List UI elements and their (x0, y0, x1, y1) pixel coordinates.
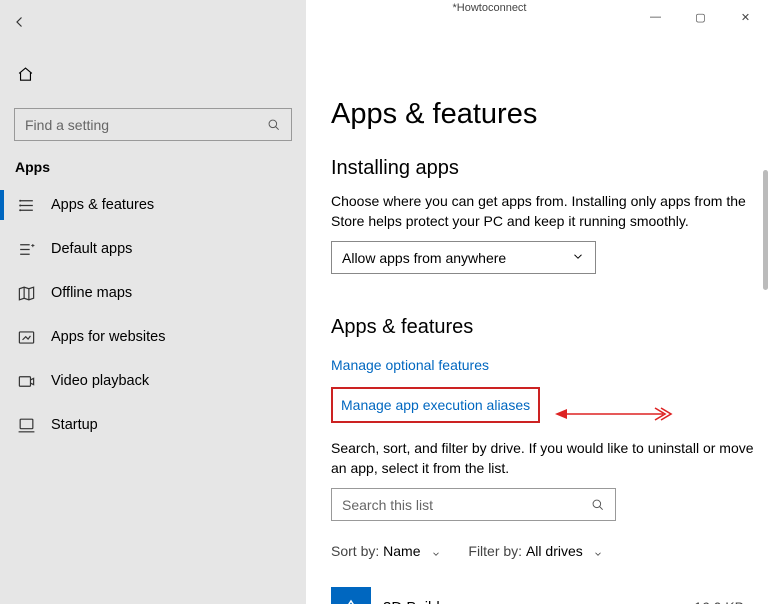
search-icon (591, 498, 605, 512)
app-name: 3D Builder (383, 599, 694, 604)
sidebar-item-apps-websites[interactable]: Apps for websites (0, 315, 306, 359)
video-playback-icon (17, 372, 36, 391)
app-source-dropdown[interactable]: Allow apps from anywhere (331, 241, 596, 274)
search-list-input[interactable] (342, 497, 591, 513)
search-icon (267, 118, 281, 132)
minimize-button[interactable]: — (633, 2, 678, 32)
scrollbar[interactable] (763, 170, 768, 290)
sidebar-item-label: Startup (51, 417, 98, 433)
manage-optional-features-link[interactable]: Manage optional features (331, 351, 489, 379)
app-icon (331, 587, 371, 604)
page-title: Apps & features (331, 98, 754, 131)
close-button[interactable]: ✕ (723, 2, 768, 32)
sidebar-item-video-playback[interactable]: Video playback (0, 359, 306, 403)
find-setting-search[interactable] (14, 108, 292, 141)
apps-features-heading: Apps & features (331, 316, 754, 339)
content-pane: *Howtoconnect — ▢ ✕ Apps & features Inst… (306, 0, 768, 604)
apps-features-icon (17, 196, 36, 215)
default-apps-icon (17, 240, 36, 259)
sidebar-item-startup[interactable]: Startup (0, 403, 306, 447)
chevron-down-icon (593, 546, 603, 556)
app-size: 16.0 KB (694, 599, 744, 604)
dropdown-value: Allow apps from anywhere (342, 250, 506, 266)
sort-by-control[interactable]: Sort by: Name (331, 543, 441, 559)
apps-websites-icon (17, 328, 36, 347)
startup-icon (17, 416, 36, 435)
sort-filter-row: Sort by: Name Filter by: All drives (331, 543, 754, 559)
window-titlebar: *Howtoconnect — ▢ ✕ (306, 0, 768, 36)
home-icon (17, 66, 34, 86)
maximize-button[interactable]: ▢ (678, 2, 723, 32)
sidebar-item-label: Video playback (51, 373, 149, 389)
find-setting-input[interactable] (25, 117, 267, 133)
chevron-down-icon (571, 249, 585, 266)
chevron-down-icon (431, 546, 441, 556)
manage-app-execution-aliases-link[interactable]: Manage app execution aliases (331, 387, 540, 423)
settings-sidebar: Apps Apps & features Default apps Offlin… (0, 0, 306, 604)
home-button[interactable] (0, 56, 306, 96)
sidebar-item-label: Default apps (51, 241, 132, 257)
filter-desc: Search, sort, and filter by drive. If yo… (331, 439, 754, 478)
app-list-item[interactable]: 3D Builder 16.0 KB (331, 585, 754, 604)
sidebar-item-label: Offline maps (51, 285, 132, 301)
sidebar-item-offline-maps[interactable]: Offline maps (0, 271, 306, 315)
offline-maps-icon (17, 284, 36, 303)
back-button[interactable] (2, 6, 38, 38)
sidebar-item-label: Apps & features (51, 197, 154, 213)
installing-apps-desc: Choose where you can get apps from. Inst… (331, 192, 754, 231)
sidebar-item-label: Apps for websites (51, 329, 165, 345)
search-this-list[interactable] (331, 488, 616, 521)
installing-apps-heading: Installing apps (331, 157, 754, 180)
window-caption: *Howtoconnect (306, 2, 633, 14)
sidebar-item-default-apps[interactable]: Default apps (0, 227, 306, 271)
filter-by-control[interactable]: Filter by: All drives (468, 543, 602, 559)
sidebar-item-apps-features[interactable]: Apps & features (0, 183, 306, 227)
sidebar-section-label: Apps (0, 141, 306, 183)
